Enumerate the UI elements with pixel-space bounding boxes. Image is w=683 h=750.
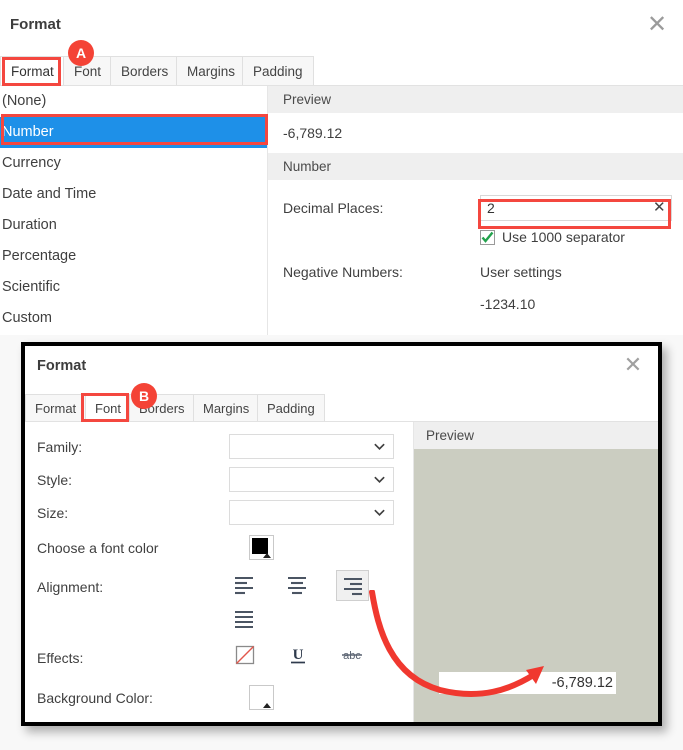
font-style-row: Style: <box>25 464 413 497</box>
font-family-select[interactable] <box>229 434 394 459</box>
close-icon[interactable]: ✕ <box>643 12 671 40</box>
thousand-separator-row: Use 1000 separator <box>268 226 683 256</box>
callout-badge-b: B <box>131 383 157 409</box>
list-item-percentage[interactable]: Percentage <box>0 241 267 272</box>
format-dialog-bottom-wrapper: Format ✕ Format Font Borders Margins Pad… <box>21 342 662 726</box>
decimal-places-input[interactable]: 2 <box>480 195 672 221</box>
screenshot-stage: Format ✕ Format Font Borders Margins Pad… <box>0 0 683 750</box>
chevron-down-icon <box>374 509 385 517</box>
effects-label: Effects: <box>37 650 84 666</box>
preview-section-header: Preview <box>268 86 683 113</box>
negative-numbers-sample: -1234.10 <box>480 296 536 312</box>
dialog-title-bar-bottom: Format ✕ <box>25 346 658 386</box>
font-color-row: Choose a font color <box>25 530 413 568</box>
list-item-custom[interactable]: Custom <box>0 303 267 334</box>
dialog-title: Format <box>10 16 61 33</box>
callout-badge-a: A <box>68 40 94 66</box>
check-icon <box>481 231 494 243</box>
background-color-label: Background Color: <box>37 690 153 706</box>
svg-text:U: U <box>293 647 304 663</box>
negative-numbers-row: Negative Numbers: User settings <box>268 256 683 288</box>
tab-padding[interactable]: Padding <box>242 56 314 85</box>
background-color-swatch[interactable] <box>249 685 274 710</box>
chevron-down-icon <box>374 476 385 484</box>
list-item-none[interactable]: (None) <box>0 86 267 117</box>
font-preview-panel: Preview -6,789.12 <box>413 422 658 722</box>
close-icon[interactable]: ✕ <box>620 352 646 378</box>
underline-icon[interactable]: U <box>286 643 320 673</box>
use-1000-separator-checkbox[interactable] <box>480 230 495 245</box>
caret-up-icon <box>263 703 271 708</box>
format-dialog-top: Format ✕ Format Font Borders Margins Pad… <box>0 0 683 335</box>
decimal-places-row: Decimal Places: 2 ✕ <box>268 192 683 226</box>
use-1000-separator-label: Use 1000 separator <box>502 229 625 245</box>
font-color-swatch[interactable] <box>249 535 274 560</box>
decimal-places-label: Decimal Places: <box>283 200 384 216</box>
font-family-row: Family: <box>25 431 413 464</box>
svg-text:abc: abc <box>343 650 361 662</box>
list-item-date-time[interactable]: Date and Time <box>0 179 267 210</box>
list-item-duration[interactable]: Duration <box>0 210 267 241</box>
font-form: Family: Style: Size: Choose a font color… <box>25 422 413 722</box>
tab-margins[interactable]: Margins <box>176 56 247 85</box>
font-family-label: Family: <box>37 439 83 455</box>
dialog-title-bar: Format ✕ <box>0 0 683 48</box>
format-detail-panel: Preview -6,789.12 Number Decimal Places:… <box>268 86 683 335</box>
tab-margins[interactable]: Margins <box>193 394 260 421</box>
dialog-title-bottom: Format <box>37 358 87 374</box>
preview-section-header: Preview <box>414 422 658 449</box>
no-effect-icon[interactable] <box>233 643 267 673</box>
alignment-row: Alignment: <box>25 568 413 606</box>
tab-borders[interactable]: Borders <box>110 56 180 85</box>
list-item-number[interactable]: Number <box>0 117 267 148</box>
caret-up-icon <box>263 553 271 558</box>
font-color-label: Choose a font color <box>37 540 159 556</box>
negative-numbers-sample-row: -1234.10 <box>268 288 683 320</box>
font-tab-body: Family: Style: Size: Choose a font color… <box>25 422 658 722</box>
tab-strip-top: Format Font Borders Margins Padding <box>0 56 683 86</box>
tab-format[interactable]: Format <box>25 394 87 421</box>
font-style-select[interactable] <box>229 467 394 492</box>
tab-format[interactable]: Format <box>0 56 65 85</box>
align-center-icon[interactable] <box>284 572 318 602</box>
font-style-label: Style: <box>37 472 73 488</box>
strikethrough-icon[interactable]: abc <box>338 643 372 673</box>
font-color-fill <box>252 538 268 554</box>
tab-padding[interactable]: Padding <box>257 394 325 421</box>
align-left-icon[interactable] <box>231 572 265 602</box>
format-dialog-bottom: Format ✕ Format Font Borders Margins Pad… <box>21 342 662 726</box>
align-right-icon[interactable] <box>336 570 369 601</box>
chevron-down-icon <box>374 443 385 451</box>
negative-numbers-value[interactable]: User settings <box>480 264 562 280</box>
tab-font[interactable]: Font <box>85 394 132 421</box>
list-item-currency[interactable]: Currency <box>0 148 267 179</box>
align-justify-icon[interactable] <box>231 606 265 636</box>
background-color-row: Background Color: <box>25 680 413 718</box>
background-color-fill <box>252 688 268 704</box>
preview-value: -6,789.12 <box>283 125 343 141</box>
effects-row: Effects: U abc <box>25 640 413 680</box>
clear-icon[interactable]: ✕ <box>653 198 666 216</box>
alignment-row-2 <box>25 606 413 640</box>
font-size-select[interactable] <box>229 500 394 525</box>
tab-strip-bottom: Format Font Borders Margins Padding <box>25 394 658 422</box>
format-type-list: (None) Number Currency Date and Time Dur… <box>0 86 268 335</box>
alignment-label: Alignment: <box>37 579 104 595</box>
font-size-label: Size: <box>37 505 69 521</box>
preview-value-field: -6,789.12 <box>439 672 616 694</box>
font-size-row: Size: <box>25 497 413 530</box>
negative-numbers-label: Negative Numbers: <box>283 264 403 280</box>
list-item-scientific[interactable]: Scientific <box>0 272 267 303</box>
number-section-header: Number <box>268 153 683 180</box>
preview-canvas: -6,789.12 <box>414 449 658 722</box>
